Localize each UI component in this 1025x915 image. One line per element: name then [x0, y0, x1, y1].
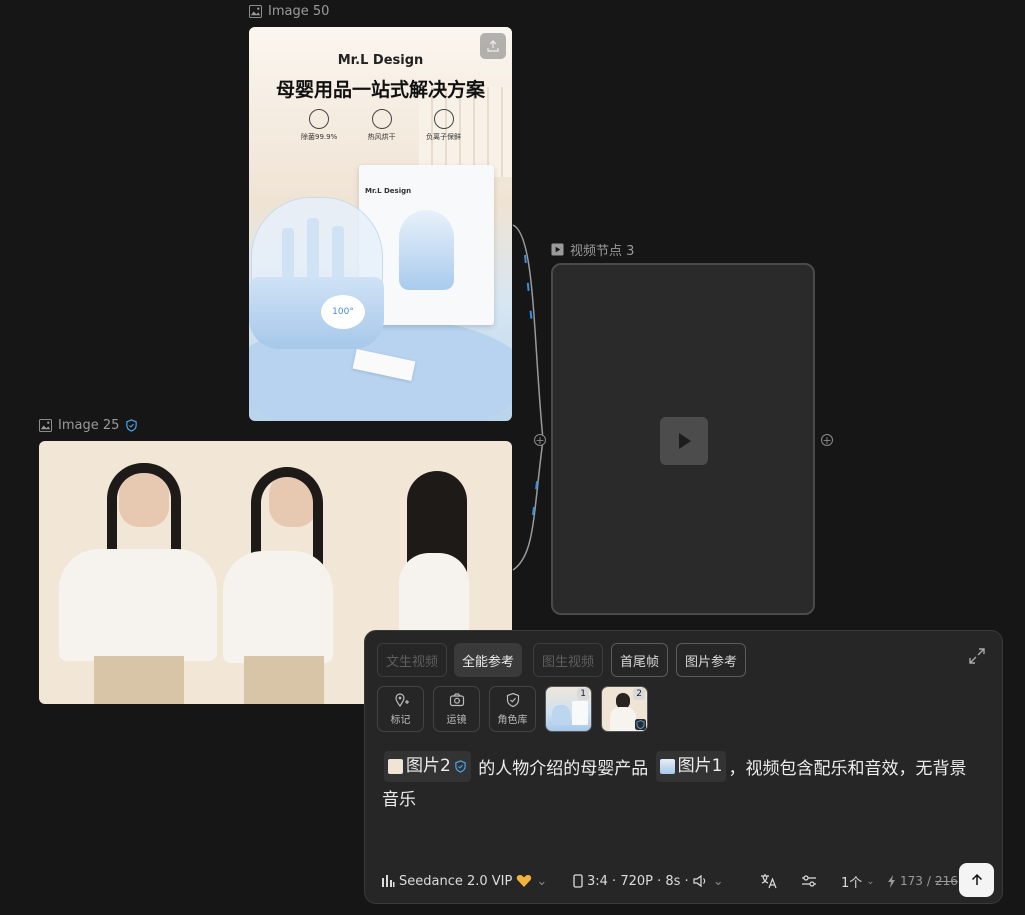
adjust-button[interactable]	[801, 863, 817, 899]
tool-label: 运镜	[446, 715, 467, 726]
node-title: Image 50	[268, 4, 330, 19]
box-brand: Mr.L Design	[365, 187, 412, 195]
tab-image-to-video[interactable]: 图生视频	[533, 643, 604, 677]
feature-label: 热风烘干	[367, 133, 396, 141]
character-library-button[interactable]: 角色库	[489, 686, 536, 732]
upload-button[interactable]	[480, 33, 506, 59]
person-front-blouse	[59, 549, 217, 661]
bars-icon	[382, 875, 395, 887]
count-selector[interactable]: 1个 ⌄	[841, 863, 875, 899]
tool-label: 角色库	[497, 715, 528, 726]
mark-button[interactable]: 标记	[377, 686, 424, 732]
camera-move-button[interactable]: 运镜	[433, 686, 480, 732]
arrow-up-icon	[971, 873, 982, 885]
feature-label: 负离子保鲜	[426, 133, 461, 141]
count-value: 1个	[841, 875, 863, 891]
heat-icon	[371, 109, 392, 129]
node-label-image-50[interactable]: Image 50	[249, 4, 329, 19]
node-label-image-25[interactable]: Image 25	[39, 418, 138, 433]
send-button[interactable]	[959, 863, 994, 897]
reference-chip-image-1[interactable]: 图片1	[655, 751, 727, 782]
reference-thumb-2[interactable]: 2	[601, 686, 648, 732]
credits-display: 173 / 216	[887, 863, 958, 899]
node-title: 视频节点 3	[570, 244, 635, 259]
prompt-segment: 的人物介绍的母婴产品	[478, 759, 649, 779]
model-selector[interactable]: Seedance 2.0 VIP ⌄	[381, 863, 547, 899]
play-button[interactable]	[660, 417, 708, 465]
model-name: Seedance 2.0 VIP	[399, 873, 513, 889]
speaker-icon	[693, 874, 705, 888]
verified-shield-icon	[635, 719, 646, 730]
input-port-plus-icon[interactable]: +	[534, 434, 546, 446]
tab-text-to-video[interactable]: 文生视频	[377, 643, 448, 677]
reference-chip-image-2[interactable]: 图片2	[384, 751, 471, 782]
video-play-icon	[551, 243, 564, 256]
format-selector[interactable]: 3:4 · 720P · 8s · ⌄	[573, 863, 724, 899]
reference-thumb-1[interactable]: 1	[545, 686, 592, 732]
node-label-video-3[interactable]: 视频节点 3	[551, 240, 634, 259]
person-angle-pants	[244, 656, 324, 704]
video-node[interactable]	[551, 263, 815, 615]
aspect-ratio-icon	[573, 874, 583, 888]
camera-icon	[449, 693, 464, 707]
feature-label: 除菌99.9%	[301, 133, 338, 141]
person-front-pants	[94, 656, 184, 704]
sterilizer-base: 100°	[249, 277, 384, 349]
upload-icon	[487, 40, 499, 52]
output-port-plus-icon[interactable]: +	[821, 434, 833, 446]
chip-thumb	[388, 759, 403, 774]
tool-label: 标记	[390, 715, 411, 726]
expand-button[interactable]	[968, 647, 986, 669]
shield-icon	[506, 692, 519, 708]
credits-original: 216	[934, 874, 958, 888]
chevron-down-icon: ⌄	[536, 873, 548, 889]
chip-thumb	[659, 759, 675, 774]
generation-settings-bar: Seedance 2.0 VIP ⌄ 3:4 · 720P · 8s · ⌄ 1…	[365, 863, 1002, 899]
chevron-down-icon: ⌄	[866, 875, 875, 887]
virus-icon	[309, 109, 330, 129]
credits-current: 173	[900, 874, 923, 888]
brand-text: Mr.L Design	[337, 53, 424, 68]
headline-text: 母婴用品一站式解决方案	[275, 79, 485, 101]
format-settings: 3:4 · 720P · 8s ·	[587, 873, 689, 889]
sliders-icon	[802, 875, 816, 887]
prompt-input[interactable]: 图片2 的人物介绍的母婴产品 图片1 ，视频包含配乐和音效，无背景音乐	[382, 751, 982, 816]
translate-icon	[761, 874, 777, 889]
pin-plus-icon	[394, 693, 409, 708]
tab-first-last-frame[interactable]: 首尾帧	[611, 643, 669, 677]
tab-omni-reference[interactable]: 全能参考	[454, 643, 523, 677]
expand-icon	[969, 648, 985, 664]
node-title: Image 25	[58, 418, 120, 433]
chevron-down-icon: ⌄	[712, 873, 724, 889]
image-icon	[249, 5, 262, 18]
tab-image-reference[interactable]: 图片参考	[676, 643, 747, 677]
translate-button[interactable]	[760, 863, 778, 899]
person-angle-blouse	[223, 551, 333, 663]
image-node-product[interactable]: Mr.L Design 母婴用品一站式解决方案 除菌99.9% 热风烘干 负离子…	[249, 27, 512, 421]
chip-label: 图片1	[677, 756, 723, 776]
prompt-panel: 文生视频 全能参考 图生视频 首尾帧 图片参考 标记 运镜 角色库 1 2 图片…	[364, 630, 1003, 904]
credits-separator: /	[926, 874, 931, 888]
image-icon	[39, 419, 52, 432]
thumb-badge: 1	[577, 688, 589, 700]
chip-label: 图片2	[406, 756, 451, 776]
play-icon	[679, 433, 691, 449]
verified-shield-icon	[455, 760, 466, 773]
verified-shield-icon	[126, 419, 138, 432]
connection-wires	[512, 224, 544, 571]
lightning-icon	[888, 874, 895, 888]
temperature-display: 100°	[321, 295, 365, 329]
thumb-badge: 2	[633, 688, 645, 700]
vip-heart-icon	[517, 875, 532, 887]
feature-row: 除菌99.9% 热风烘干 负离子保鲜	[301, 109, 461, 142]
leaf-icon	[433, 109, 454, 129]
